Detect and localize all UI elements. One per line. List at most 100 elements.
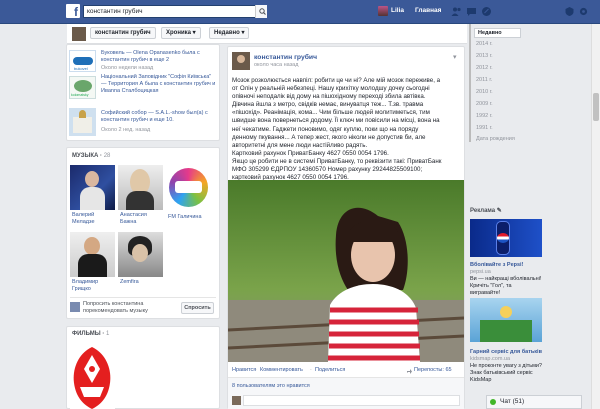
films-count: 1: [106, 331, 110, 337]
music-item-name[interactable]: Анастасия Бажна: [120, 212, 162, 226]
friend-requests-icon[interactable]: [451, 6, 462, 17]
timeline-line: [469, 24, 471, 142]
music-item-name[interactable]: FM Галичина: [168, 214, 210, 221]
user-avatar[interactable]: [378, 6, 388, 16]
post-text: Мозок розколюється навпіл: робити це чи …: [232, 77, 460, 182]
search-input[interactable]: константин грубич: [83, 5, 267, 18]
bukovel-logo-text: bukovel: [74, 66, 88, 71]
scrollbar-thumb[interactable]: [593, 93, 599, 121]
comment-link[interactable]: Комментировать: [260, 367, 303, 374]
online-status-icon: [490, 399, 496, 405]
post-time[interactable]: около часа назад: [254, 62, 298, 69]
breadcrumb-recent-label: Недавно: [214, 30, 240, 36]
post-line: Мозок розколюється навпіл: робити це чи …: [232, 77, 441, 84]
post-line: Якщо це робити не в системі ПриватБанку,…: [232, 157, 442, 165]
search-icon: [259, 8, 266, 15]
breadcrumb-profile-name[interactable]: константин грубич: [90, 27, 156, 39]
post-options-chevron-icon[interactable]: ▾: [453, 53, 457, 61]
post-line: денному пкування... А тепер жест, якого …: [232, 133, 426, 141]
dot-separator: ·: [255, 367, 257, 373]
timeline-year[interactable]: 2014 г.: [476, 41, 493, 47]
post-line: «пішохід». Реанімація, кома... Чим більш…: [232, 109, 430, 117]
music-item-name[interactable]: Zemfira: [120, 279, 162, 286]
ad1-image[interactable]: [470, 219, 542, 257]
settings-gear-icon[interactable]: [578, 6, 589, 17]
profile-link[interactable]: Lilia: [391, 7, 404, 14]
profile-thumbnail[interactable]: [72, 27, 86, 41]
comment-avatar: [232, 396, 241, 405]
place-thumb-sofia[interactable]: [69, 108, 96, 136]
place-thumb-bukovel[interactable]: bukovel: [69, 50, 96, 72]
ad1-title[interactable]: Вболівайте з Pepsi!: [470, 262, 523, 269]
timeline-scrubber: Недавно 2014 г. 2013 г. 2012 г. 2011 г. …: [469, 24, 600, 142]
ad1-domain: pepsi.ua: [470, 269, 491, 275]
user-mini-avatar: [70, 302, 80, 312]
comment-input[interactable]: [243, 395, 460, 406]
facebook-logo[interactable]: f: [66, 4, 80, 19]
post-line: неї чекатиме. Гаджети поновимо, одяг куп…: [232, 125, 419, 133]
timeline-selected[interactable]: Недавно: [474, 28, 521, 38]
breadcrumb-chronicle[interactable]: Хроника ▾: [161, 27, 201, 39]
films-header[interactable]: ФИЛЬМЫ · 1: [72, 331, 109, 337]
ads-header: Реклама ✎: [470, 208, 502, 214]
ad2-title[interactable]: Гарний сервіс для батьків: [470, 349, 542, 356]
post-line: Картковий рахунок ПриватБанку 4627 0550 …: [232, 149, 389, 157]
films-header-label: ФИЛЬМЫ: [72, 331, 101, 337]
post-author-avatar[interactable]: [232, 52, 250, 70]
messages-icon[interactable]: [466, 6, 477, 17]
place-title[interactable]: Національний Заповідник "Софія Київська"…: [101, 74, 217, 95]
breadcrumb-chronicle-label: Хроника: [166, 30, 191, 36]
ad2-text: Не проконте увагу з дітьми? Знак батьків…: [470, 363, 542, 383]
place-title[interactable]: Буковель — Olena Opanasenko была с конст…: [101, 50, 217, 64]
ad1-text: Ви — найкращі вболівальні! Кричіть "Гол"…: [470, 276, 542, 296]
home-link[interactable]: Главная: [415, 7, 441, 14]
music-item-name[interactable]: Валерий Меладзе: [72, 212, 114, 226]
share-link[interactable]: Поделиться: [315, 367, 345, 374]
post-line: МФО 305299 ЄДРПОУ 14360570 Номер рахунку…: [232, 166, 423, 174]
ad2-image[interactable]: [470, 298, 542, 342]
music-header-label: МУЗЫКА: [72, 153, 99, 159]
dot-separator: ·: [310, 367, 312, 373]
music-header[interactable]: МУЗЫКА · 28: [72, 153, 110, 159]
music-suggest-text: Попросить константина порекомендовать му…: [83, 301, 148, 314]
post-photo[interactable]: [228, 180, 464, 362]
post-line: Дівчина йшла з метро, свідків немає, вин…: [232, 101, 424, 109]
music-divider: [70, 297, 216, 298]
music-item-name[interactable]: Владимир Грищко: [72, 279, 114, 293]
timeline-year[interactable]: 1992 г.: [476, 113, 493, 119]
timeline-year[interactable]: 2010 г.: [476, 89, 493, 95]
music-thumb-gryshko[interactable]: [70, 232, 115, 277]
post-line: от Олін у реальній небезпеці. Нашу крихі…: [232, 85, 430, 93]
timeline-year[interactable]: 2013 г.: [476, 53, 493, 59]
ads-header-label: Реклама: [470, 208, 496, 214]
breadcrumb-recent[interactable]: Недавно ▾: [209, 27, 250, 39]
place-time: Около недели назад: [101, 65, 154, 71]
place-time: Около 2 нед. назад: [101, 127, 151, 133]
music-thumb-fm-galychyna[interactable]: [166, 165, 211, 210]
place-title[interactable]: Софийский собор — S.A.L.-show был(а) с к…: [101, 110, 217, 124]
reposts-count[interactable]: Перепосты: 65: [414, 367, 452, 374]
likes-summary[interactable]: 8 пользователям это нравится: [232, 383, 310, 390]
chat-tab[interactable]: Чат (51): [486, 395, 582, 409]
search-button[interactable]: [255, 5, 267, 18]
post-line: швидше вона повернеться додому. Її ключ …: [232, 117, 440, 125]
music-thumb-bazhna[interactable]: [118, 165, 163, 210]
page-scrollbar[interactable]: [591, 24, 600, 409]
music-thumb-zemfira[interactable]: [118, 232, 163, 277]
like-link[interactable]: Нравится: [232, 367, 256, 374]
timeline-birth[interactable]: Дата рождения: [476, 136, 515, 142]
place-thumb-kolomatsky[interactable]: kolomatsky: [69, 76, 96, 99]
timeline-year[interactable]: 2009 г.: [476, 101, 493, 107]
ad2-domain: kidsmap.com.ua: [470, 356, 511, 362]
share-icon: [407, 369, 412, 374]
privacy-shortcuts-icon[interactable]: [564, 6, 575, 17]
timeline-year[interactable]: 2012 г.: [476, 65, 493, 71]
timeline-year[interactable]: 2011 г.: [476, 77, 492, 83]
notifications-icon[interactable]: [481, 6, 492, 17]
post-author-name[interactable]: константин грубич: [254, 54, 317, 61]
film-poster[interactable]: [70, 343, 115, 409]
ask-button[interactable]: Спросить: [181, 302, 214, 314]
music-thumb-meladze[interactable]: [70, 165, 115, 210]
timeline-year[interactable]: 1991 г.: [476, 125, 493, 131]
post-line: опівночі неподалік від дому на пішохідно…: [232, 93, 426, 101]
